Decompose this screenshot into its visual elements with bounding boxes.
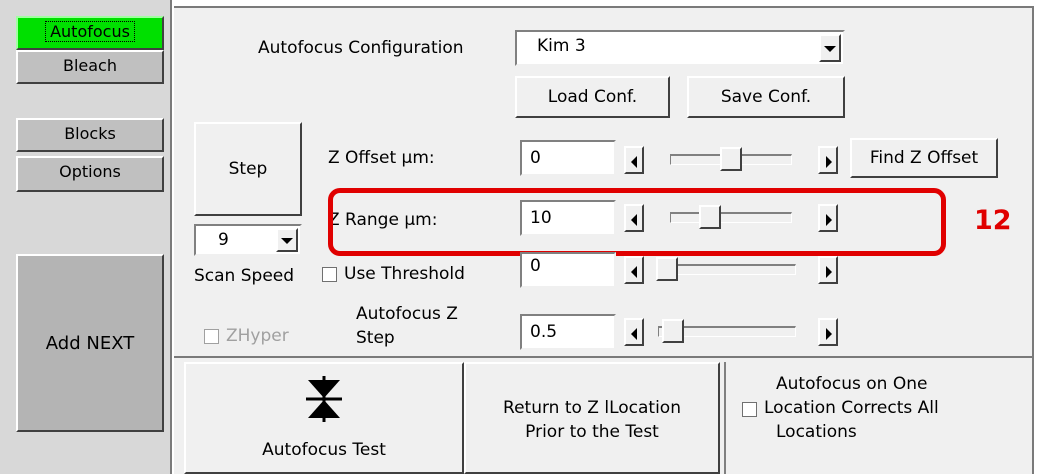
save-conf-button[interactable]: Save Conf.: [687, 76, 845, 118]
tab-options[interactable]: Options: [16, 156, 164, 192]
af-z-step-input[interactable]: 0.5: [520, 314, 616, 350]
step-label: Step: [228, 159, 268, 179]
one-location-checkbox[interactable]: [742, 402, 757, 417]
z-offset-input[interactable]: 0: [520, 140, 616, 176]
tab-bleach-label: Bleach: [62, 56, 117, 75]
scan-speed-label: Scan Speed: [194, 266, 295, 286]
bottom-divider: [174, 356, 1034, 358]
use-threshold-label: Use Threshold: [344, 264, 465, 284]
af-z-step-slider[interactable]: [652, 318, 802, 346]
threshold-slider-thumb[interactable]: [656, 257, 678, 281]
add-next-label: Add NEXT: [45, 332, 135, 354]
chevron-down-icon[interactable]: [276, 228, 298, 252]
threshold-increase-button[interactable]: [818, 256, 838, 284]
autofocus-test-label: Autofocus Test: [262, 440, 386, 460]
z-offset-increase-button[interactable]: [818, 146, 838, 174]
add-next-button[interactable]: Add NEXT: [16, 254, 164, 432]
chevron-down-icon[interactable]: [819, 34, 841, 62]
threshold-input[interactable]: 0: [520, 252, 616, 288]
one-location-line2: Location Corrects All: [764, 398, 939, 418]
find-z-offset-label: Find Z Offset: [869, 148, 979, 168]
autofocus-config-value: Kim 3: [537, 36, 586, 56]
step-select[interactable]: 9: [194, 224, 302, 256]
threshold-slider[interactable]: [652, 256, 802, 284]
one-location-line3: Locations: [776, 422, 857, 442]
autofocus-config-select[interactable]: Kim 3: [515, 30, 845, 66]
tab-bleach[interactable]: Bleach: [16, 50, 164, 84]
find-z-offset-button[interactable]: Find Z Offset: [850, 138, 998, 178]
return-button-line2: Prior to the Test: [525, 422, 659, 442]
step-button[interactable]: Step: [194, 122, 302, 216]
autofocus-test-button[interactable]: Autofocus Test: [184, 362, 464, 474]
threshold-decrease-button[interactable]: [624, 256, 644, 284]
use-threshold-checkbox[interactable]: [322, 267, 337, 282]
save-conf-label: Save Conf.: [720, 87, 812, 107]
tab-autofocus-label: Autofocus: [45, 21, 135, 42]
z-offset-slider-thumb[interactable]: [720, 147, 742, 171]
af-z-step-label-line2: Step: [356, 328, 395, 348]
step-select-value: 9: [218, 230, 229, 250]
zhyper-label: ZHyper: [226, 326, 289, 346]
autofocus-icon: [306, 376, 342, 422]
af-z-step-increase-button[interactable]: [818, 318, 838, 346]
af-z-step-slider-thumb[interactable]: [662, 319, 684, 343]
zhyper-checkbox[interactable]: [204, 329, 219, 344]
af-z-step-decrease-button[interactable]: [624, 318, 644, 346]
load-conf-label: Load Conf.: [547, 87, 638, 107]
tab-blocks[interactable]: Blocks: [16, 118, 164, 152]
highlight-box: [328, 188, 946, 256]
autofocus-config-label: Autofocus Configuration: [258, 38, 464, 58]
load-conf-button[interactable]: Load Conf.: [515, 76, 670, 118]
af-z-step-label-line1: Autofocus Z: [356, 304, 458, 324]
z-offset-label: Z Offset µm:: [328, 148, 435, 168]
tab-options-label: Options: [59, 162, 121, 181]
return-to-z-location-button[interactable]: Return to Z lLocation Prior to the Test: [464, 362, 720, 474]
one-location-group: Autofocus on One Location Corrects All L…: [724, 362, 1024, 474]
annotation-number: 12: [974, 205, 1012, 236]
z-offset-slider[interactable]: [664, 146, 798, 174]
one-location-line1: Autofocus on One: [776, 374, 928, 394]
return-button-line1: Return to Z lLocation: [503, 398, 681, 418]
tab-autofocus[interactable]: Autofocus: [16, 16, 164, 50]
z-offset-decrease-button[interactable]: [624, 146, 644, 174]
tab-blocks-label: Blocks: [64, 124, 116, 143]
